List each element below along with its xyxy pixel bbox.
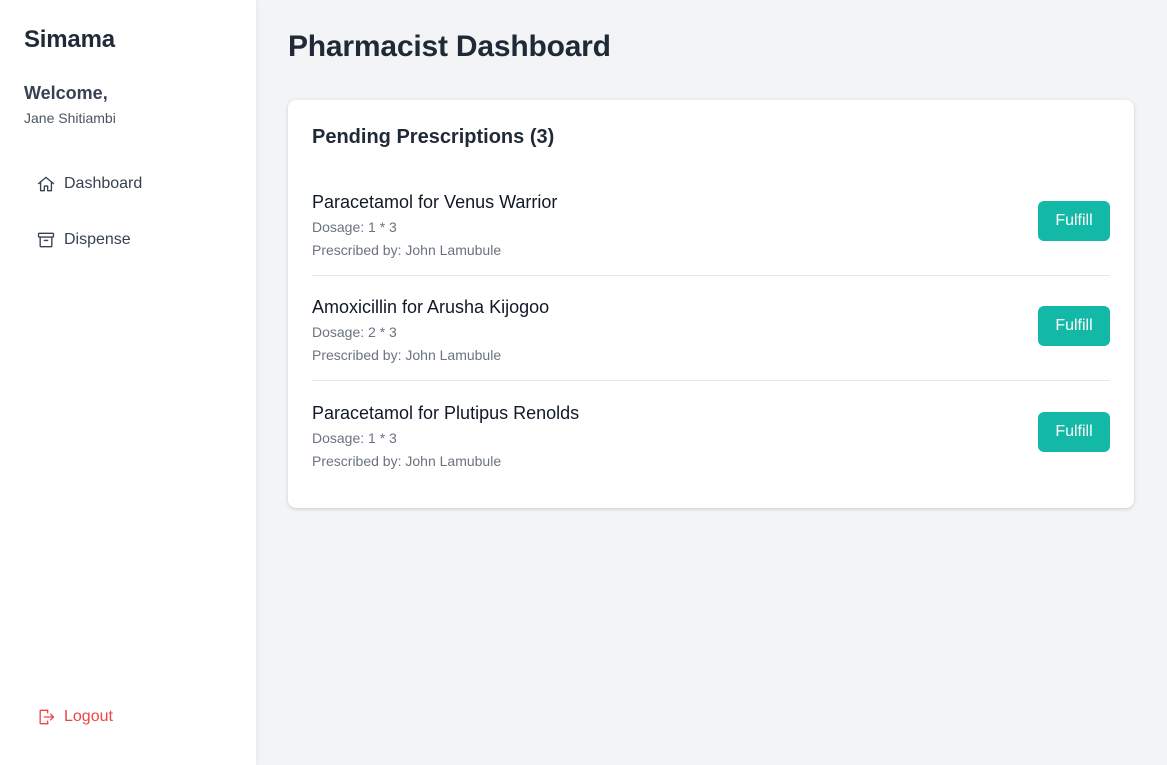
sidebar-item-dashboard[interactable]: Dashboard (24, 164, 232, 204)
sidebar-item-label: Dispense (64, 231, 131, 248)
logout-label: Logout (64, 708, 113, 725)
prescription-dosage: Dosage: 1 * 3 (312, 429, 397, 446)
fulfill-button[interactable]: Fulfill (1038, 411, 1110, 452)
sidebar-item-label: Dashboard (64, 175, 143, 192)
main-content: Pharmacist Dashboard Pending Prescriptio… (256, 0, 1167, 765)
prescription-info: Amoxicillin for Arusha Kijogoo Dosage: 2… (312, 293, 549, 363)
prescription-item: Amoxicillin for Arusha Kijogoo Dosage: 2… (312, 276, 1110, 381)
prescription-info: Paracetamol for Venus Warrior Dosage: 1 … (312, 188, 557, 258)
fulfill-button[interactable]: Fulfill (1038, 201, 1110, 241)
logout-icon (39, 709, 55, 725)
prescription-title: Paracetamol for Plutipus Renolds (312, 402, 580, 423)
sidebar: Simama Welcome, Jane Shitiambi Dashboard… (0, 0, 256, 765)
app: Simama Welcome, Jane Shitiambi Dashboard… (0, 0, 1167, 765)
logout-button[interactable]: Logout (24, 697, 232, 737)
pending-prescriptions-card: Pending Prescriptions (3) Paracetamol fo… (288, 100, 1134, 508)
brand-title: Simama (24, 26, 115, 53)
prescription-prescriber: Prescribed by: John Lamubule (312, 347, 502, 363)
prescription-title: Paracetamol for Venus Warrior (312, 192, 558, 212)
prescription-info: Paracetamol for Plutipus Renolds Dosage:… (312, 399, 579, 469)
prescription-prescriber: Prescribed by: John Lamubule (312, 452, 502, 469)
archive-icon (37, 232, 55, 248)
prescription-list: Paracetamol for Venus Warrior Dosage: 1 … (312, 171, 1110, 486)
welcome-label: Welcome, (24, 83, 108, 103)
prescription-item: Paracetamol for Venus Warrior Dosage: 1 … (312, 171, 1110, 276)
prescription-dosage: Dosage: 1 * 3 (312, 219, 397, 235)
prescription-item: Paracetamol for Plutipus Renolds Dosage:… (312, 381, 1110, 486)
sidebar-item-dispense[interactable]: Dispense (24, 220, 232, 260)
prescription-dosage: Dosage: 2 * 3 (312, 324, 397, 340)
page-title: Pharmacist Dashboard (288, 30, 611, 63)
user-name: Jane Shitiambi (24, 110, 116, 126)
fulfill-button[interactable]: Fulfill (1038, 306, 1110, 346)
card-title: Pending Prescriptions (3) (312, 126, 555, 148)
prescription-title: Amoxicillin for Arusha Kijogoo (312, 297, 550, 317)
prescription-prescriber: Prescribed by: John Lamubule (312, 242, 502, 258)
home-icon (37, 176, 55, 192)
sidebar-nav: Dashboard Dispense (24, 164, 232, 276)
